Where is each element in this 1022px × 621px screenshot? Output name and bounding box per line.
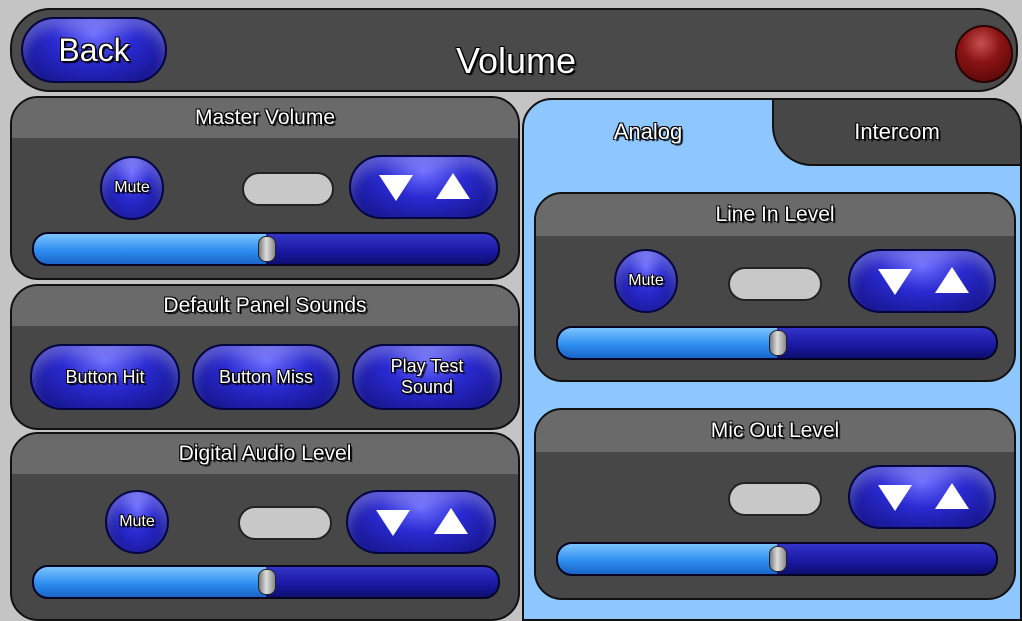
panel-sounds-title: Default Panel Sounds (12, 286, 518, 326)
mic-out-slider-fill (558, 544, 777, 574)
panel-sounds-panel: Default Panel Sounds Button Hit Button M… (10, 284, 520, 430)
play-test-sound-label: Play Test Sound (390, 356, 464, 397)
master-volume-slider-fill (34, 234, 266, 264)
digital-audio-title: Digital Audio Level (12, 434, 518, 474)
master-mute-label: Mute (114, 179, 150, 196)
master-volume-title: Master Volume (12, 98, 518, 138)
line-in-slider[interactable] (556, 326, 998, 360)
digital-audio-panel: Digital Audio Level Mute (10, 432, 520, 621)
volume-down-icon[interactable] (878, 485, 912, 511)
volume-up-icon[interactable] (436, 173, 470, 199)
line-in-updown-button[interactable] (848, 249, 996, 313)
digital-audio-level-display (238, 506, 332, 540)
volume-up-icon[interactable] (935, 267, 969, 293)
mic-out-panel: Mic Out Level (534, 408, 1016, 600)
volume-down-icon[interactable] (376, 510, 410, 536)
volume-down-icon[interactable] (878, 269, 912, 295)
volume-down-icon[interactable] (379, 175, 413, 201)
tab-intercom[interactable]: Intercom (772, 98, 1022, 166)
digital-audio-updown-button[interactable] (346, 490, 496, 554)
master-volume-updown-button[interactable] (349, 155, 498, 219)
master-volume-slider[interactable] (32, 232, 500, 266)
digital-audio-mute-label: Mute (119, 513, 155, 530)
status-indicator-icon[interactable] (955, 25, 1013, 83)
line-in-mute-label: Mute (628, 272, 664, 289)
volume-up-icon[interactable] (434, 508, 468, 534)
digital-audio-slider-fill (34, 567, 266, 597)
master-volume-slider-thumb[interactable] (258, 236, 276, 262)
mic-out-level-display (728, 482, 822, 516)
line-in-mute-button[interactable]: Mute (614, 249, 678, 313)
digital-audio-slider-thumb[interactable] (258, 569, 276, 595)
line-in-panel: Line In Level Mute (534, 192, 1016, 382)
master-mute-button[interactable]: Mute (100, 156, 164, 220)
button-hit-label: Button Hit (65, 367, 145, 387)
line-in-slider-fill (558, 328, 777, 358)
digital-audio-slider[interactable] (32, 565, 500, 599)
back-button[interactable]: Back (21, 17, 167, 83)
button-hit-button[interactable]: Button Hit (30, 344, 180, 410)
master-level-display (242, 172, 334, 206)
volume-up-icon[interactable] (935, 483, 969, 509)
mic-out-updown-button[interactable] (848, 465, 996, 529)
tab-analog[interactable]: Analog (524, 100, 772, 166)
line-in-slider-thumb[interactable] (769, 330, 787, 356)
back-button-label: Back (58, 32, 130, 68)
digital-audio-mute-button[interactable]: Mute (105, 490, 169, 554)
button-miss-label: Button Miss (218, 367, 314, 387)
master-volume-panel: Master Volume Mute (10, 96, 520, 280)
mic-out-slider[interactable] (556, 542, 998, 576)
button-miss-button[interactable]: Button Miss (192, 344, 340, 410)
mic-out-slider-thumb[interactable] (769, 546, 787, 572)
line-in-level-display (728, 267, 822, 301)
play-test-sound-button[interactable]: Play Test Sound (352, 344, 502, 410)
line-in-title: Line In Level (536, 194, 1014, 236)
mic-out-title: Mic Out Level (536, 410, 1014, 452)
